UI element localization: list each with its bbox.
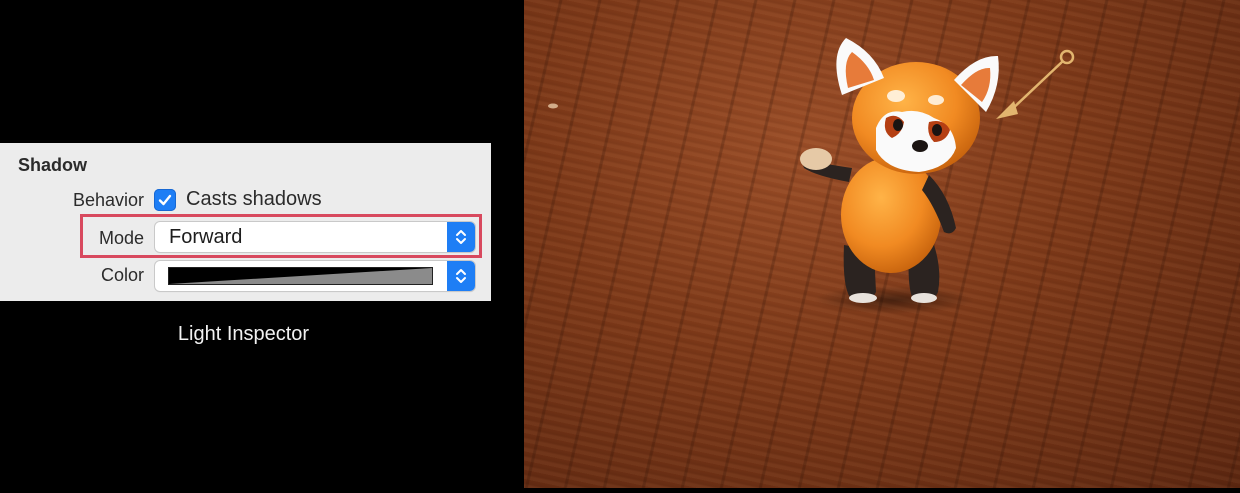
checkmark-icon bbox=[158, 194, 172, 206]
shadow-color-swatch bbox=[168, 267, 433, 285]
mode-stepper[interactable] bbox=[447, 222, 475, 252]
light-inspector-caption: Light Inspector bbox=[177, 323, 310, 345]
red-panda-model bbox=[800, 38, 999, 303]
mode-label: Mode bbox=[98, 228, 144, 248]
casts-shadows-label: Casts shadows bbox=[186, 188, 322, 210]
mode-popup-button[interactable]: Forward bbox=[155, 222, 475, 252]
ar-scene bbox=[548, 38, 1075, 314]
ar-viewport[interactable] bbox=[524, 0, 1240, 488]
shadow-color-well[interactable] bbox=[155, 261, 475, 291]
mode-selected-value: Forward bbox=[169, 226, 243, 248]
up-down-chevron-icon bbox=[456, 269, 466, 283]
color-label: Color bbox=[100, 265, 144, 285]
light-direction-gizmo bbox=[996, 49, 1075, 119]
light-inspector-panel: Shadow Behavior Casts shadows Mode Forwa… bbox=[0, 143, 491, 301]
up-down-chevron-icon bbox=[456, 230, 466, 244]
casts-shadows-checkbox[interactable] bbox=[154, 189, 176, 211]
color-stepper[interactable] bbox=[447, 261, 475, 291]
shadow-section-title: Shadow bbox=[18, 155, 88, 175]
screen: Shadow Behavior Casts shadows Mode Forwa… bbox=[0, 0, 1240, 493]
panda-shadow bbox=[814, 286, 974, 314]
behavior-label: Behavior bbox=[72, 190, 144, 210]
